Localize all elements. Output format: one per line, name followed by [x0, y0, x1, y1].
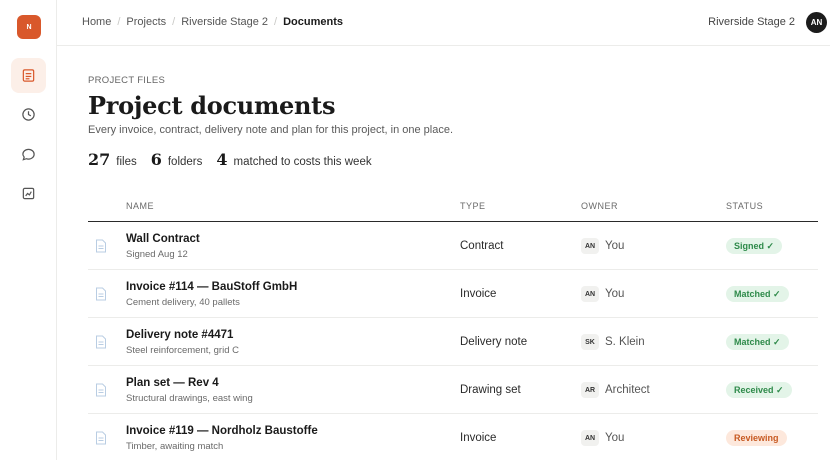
document-subtitle: Signed Aug 12 — [126, 249, 188, 260]
stats-summary: 27 files 6 folders 4 matched to costs th… — [88, 150, 386, 169]
document-owner: SK S. Klein — [581, 334, 645, 350]
breadcrumb-projects[interactable]: Projects — [126, 16, 166, 28]
table-row[interactable]: Wall Contract Signed Aug 12 Contract AN … — [88, 222, 818, 270]
status-badge: Matched ✓ — [726, 286, 789, 302]
document-subtitle: Cement delivery, 40 pallets — [126, 297, 240, 308]
owner-name: You — [605, 288, 625, 300]
stat-folders-label: folders — [167, 156, 203, 168]
document-subtitle: Timber, awaiting match — [126, 441, 224, 452]
file-icon — [96, 287, 106, 301]
document-subtitle: Steel reinforcement, grid C — [126, 345, 239, 356]
page-subtitle: Every invoice, contract, delivery note a… — [88, 124, 454, 136]
owner-avatar: AR — [581, 382, 599, 398]
table-row[interactable]: Plan set — Rev 4 Structural drawings, ea… — [88, 366, 818, 414]
page-title: Project documents — [88, 91, 336, 120]
column-header-status[interactable]: STATUS — [726, 201, 763, 211]
document-owner: AR Architect — [581, 382, 650, 398]
stat-matched-count: 4 — [216, 150, 228, 169]
owner-avatar: AN — [581, 238, 599, 254]
document-icon — [22, 69, 35, 82]
owner-avatar: AN — [581, 286, 599, 302]
owner-name: S. Klein — [605, 336, 645, 348]
stat-files-count: 27 — [88, 150, 111, 169]
column-header-type[interactable]: TYPE — [460, 201, 486, 211]
breadcrumb: Home / Projects / Riverside Stage 2 / Do… — [82, 16, 343, 28]
file-icon — [96, 383, 106, 397]
document-name[interactable]: Invoice #119 — Nordholz Baustoffe — [126, 425, 318, 437]
owner-name: Architect — [605, 384, 650, 396]
document-type: Invoice — [460, 432, 497, 444]
file-icon — [96, 239, 106, 253]
document-name[interactable]: Invoice #114 — BauStoff GmbH — [126, 281, 297, 293]
chart-icon — [22, 187, 35, 200]
status-badge: Matched ✓ — [726, 334, 789, 350]
document-type: Contract — [460, 240, 504, 252]
file-icon — [96, 335, 106, 349]
document-owner: AN You — [581, 238, 624, 254]
page-eyebrow: PROJECT FILES — [88, 75, 166, 86]
stat-folders-count: 6 — [150, 150, 162, 169]
document-subtitle: Structural drawings, east wing — [126, 393, 253, 404]
breadcrumb-home[interactable]: Home — [82, 16, 111, 28]
chat-icon — [22, 148, 35, 161]
owner-name: You — [605, 240, 625, 252]
clock-icon — [22, 108, 35, 121]
sidebar-rail: N — [0, 0, 57, 460]
owner-avatar: AN — [581, 430, 599, 446]
project-switcher[interactable]: Riverside Stage 2 — [708, 16, 795, 28]
document-owner: AN You — [581, 286, 624, 302]
nav-history[interactable] — [11, 97, 46, 132]
top-bar: Home / Projects / Riverside Stage 2 / Do… — [57, 0, 830, 46]
document-type: Invoice — [460, 288, 497, 300]
logo-text: N — [26, 23, 32, 31]
status-badge: Signed ✓ — [726, 238, 783, 254]
breadcrumb-separator: / — [274, 16, 278, 28]
breadcrumb-separator: / — [172, 16, 176, 28]
file-icon — [96, 431, 106, 445]
table-row[interactable]: Delivery note #4471 Steel reinforcement,… — [88, 318, 818, 366]
breadcrumb-separator: / — [117, 16, 121, 28]
owner-name: You — [605, 432, 625, 444]
breadcrumb-current: Documents — [283, 16, 344, 28]
document-type: Delivery note — [460, 336, 528, 348]
table-header: NAME TYPE OWNER STATUS — [88, 192, 818, 222]
column-header-name[interactable]: NAME — [126, 201, 154, 211]
user-avatar[interactable]: AN — [806, 12, 827, 33]
stat-matched-label: matched to costs this week — [233, 156, 372, 168]
nav-documents[interactable] — [11, 58, 46, 93]
status-badge: Received ✓ — [726, 382, 792, 398]
table-row[interactable]: Invoice #119 — Nordholz Baustoffe Timber… — [88, 414, 818, 460]
nav-messages[interactable] — [11, 137, 46, 172]
status-badge: Reviewing — [726, 430, 787, 446]
document-type: Drawing set — [460, 384, 521, 396]
document-name[interactable]: Wall Contract — [126, 233, 200, 245]
nav-reports[interactable] — [11, 176, 46, 211]
stat-files-label: files — [116, 156, 137, 168]
breadcrumb-project[interactable]: Riverside Stage 2 — [181, 16, 268, 28]
document-owner: AN You — [581, 430, 624, 446]
document-name[interactable]: Delivery note #4471 — [126, 329, 233, 341]
owner-avatar: SK — [581, 334, 599, 350]
document-name[interactable]: Plan set — Rev 4 — [126, 377, 219, 389]
brand-logo[interactable]: N — [17, 15, 41, 39]
table-row[interactable]: Invoice #114 — BauStoff GmbH Cement deli… — [88, 270, 818, 318]
column-header-owner[interactable]: OWNER — [581, 201, 618, 211]
